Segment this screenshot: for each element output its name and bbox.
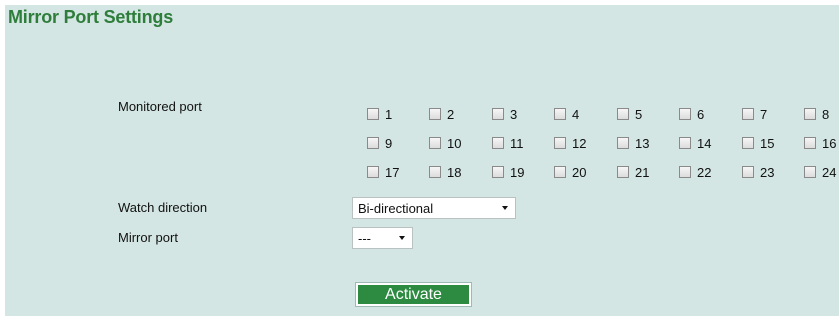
port-1-checkbox[interactable]: 1	[367, 106, 392, 122]
port-label: 8	[822, 106, 830, 122]
port-label: 7	[760, 106, 768, 122]
port-label: 9	[385, 135, 393, 151]
checkbox-box[interactable]	[367, 108, 379, 120]
checkbox-box[interactable]	[492, 108, 504, 120]
chevron-down-icon	[399, 236, 405, 240]
port-label: 3	[510, 106, 518, 122]
port-5-checkbox[interactable]: 5	[617, 106, 642, 122]
port-label: 10	[447, 135, 462, 151]
checkbox-box[interactable]	[367, 166, 379, 178]
checkbox-box[interactable]	[429, 137, 441, 149]
watch-direction-label: Watch direction	[118, 200, 208, 215]
port-17-checkbox[interactable]: 17	[367, 164, 399, 180]
mirror-port-label: Mirror port	[118, 230, 178, 245]
port-label: 24	[822, 164, 837, 180]
port-18-checkbox[interactable]: 18	[429, 164, 461, 180]
checkbox-box[interactable]	[554, 166, 566, 178]
checkbox-box[interactable]	[679, 137, 691, 149]
checkbox-box[interactable]	[367, 137, 379, 149]
checkbox-box[interactable]	[492, 137, 504, 149]
port-label: 21	[635, 164, 650, 180]
checkbox-box[interactable]	[679, 166, 691, 178]
mirror-port-value: ---	[358, 230, 371, 246]
page-title: Mirror Port Settings	[8, 7, 174, 27]
checkbox-box[interactable]	[742, 166, 754, 178]
port-22-checkbox[interactable]: 22	[679, 164, 711, 180]
port-label: 13	[635, 135, 650, 151]
chevron-down-icon	[502, 206, 508, 210]
port-label: 19	[510, 164, 525, 180]
checkbox-box[interactable]	[617, 137, 629, 149]
port-23-checkbox[interactable]: 23	[742, 164, 774, 180]
checkbox-box[interactable]	[617, 108, 629, 120]
settings-panel	[5, 5, 839, 316]
port-label: 5	[635, 106, 643, 122]
port-15-checkbox[interactable]: 15	[742, 135, 774, 151]
checkbox-box[interactable]	[742, 137, 754, 149]
port-label: 16	[822, 135, 837, 151]
port-label: 1	[385, 106, 393, 122]
port-label: 12	[572, 135, 587, 151]
watch-direction-select[interactable]: Bi-directional	[352, 197, 516, 219]
port-9-checkbox[interactable]: 9	[367, 135, 392, 151]
checkbox-box[interactable]	[804, 137, 816, 149]
activate-button[interactable]: Activate	[356, 283, 471, 306]
port-label: 2	[447, 106, 455, 122]
port-label: 23	[760, 164, 775, 180]
mirror-port-select[interactable]: ---	[352, 227, 413, 249]
port-11-checkbox[interactable]: 11	[492, 135, 524, 151]
port-14-checkbox[interactable]: 14	[679, 135, 711, 151]
port-7-checkbox[interactable]: 7	[742, 106, 767, 122]
port-label: 17	[385, 164, 400, 180]
port-label: 15	[760, 135, 775, 151]
port-label: 11	[510, 135, 524, 151]
port-label: 22	[697, 164, 712, 180]
port-21-checkbox[interactable]: 21	[617, 164, 649, 180]
port-3-checkbox[interactable]: 3	[492, 106, 517, 122]
checkbox-box[interactable]	[617, 166, 629, 178]
monitored-port-label: Monitored port	[118, 99, 202, 114]
port-label: 18	[447, 164, 462, 180]
port-6-checkbox[interactable]: 6	[679, 106, 704, 122]
port-label: 14	[697, 135, 712, 151]
port-2-checkbox[interactable]: 2	[429, 106, 454, 122]
port-10-checkbox[interactable]: 10	[429, 135, 461, 151]
port-24-checkbox[interactable]: 24	[804, 164, 836, 180]
port-13-checkbox[interactable]: 13	[617, 135, 649, 151]
checkbox-box[interactable]	[679, 108, 691, 120]
checkbox-box[interactable]	[804, 108, 816, 120]
checkbox-box[interactable]	[804, 166, 816, 178]
checkbox-box[interactable]	[429, 108, 441, 120]
checkbox-box[interactable]	[429, 166, 441, 178]
port-8-checkbox[interactable]: 8	[804, 106, 829, 122]
port-label: 20	[572, 164, 587, 180]
port-19-checkbox[interactable]: 19	[492, 164, 524, 180]
checkbox-box[interactable]	[554, 137, 566, 149]
port-label: 6	[697, 106, 705, 122]
port-12-checkbox[interactable]: 12	[554, 135, 586, 151]
port-4-checkbox[interactable]: 4	[554, 106, 579, 122]
port-16-checkbox[interactable]: 16	[804, 135, 836, 151]
port-20-checkbox[interactable]: 20	[554, 164, 586, 180]
checkbox-box[interactable]	[554, 108, 566, 120]
port-label: 4	[572, 106, 580, 122]
watch-direction-value: Bi-directional	[358, 200, 434, 216]
checkbox-box[interactable]	[742, 108, 754, 120]
checkbox-box[interactable]	[492, 166, 504, 178]
